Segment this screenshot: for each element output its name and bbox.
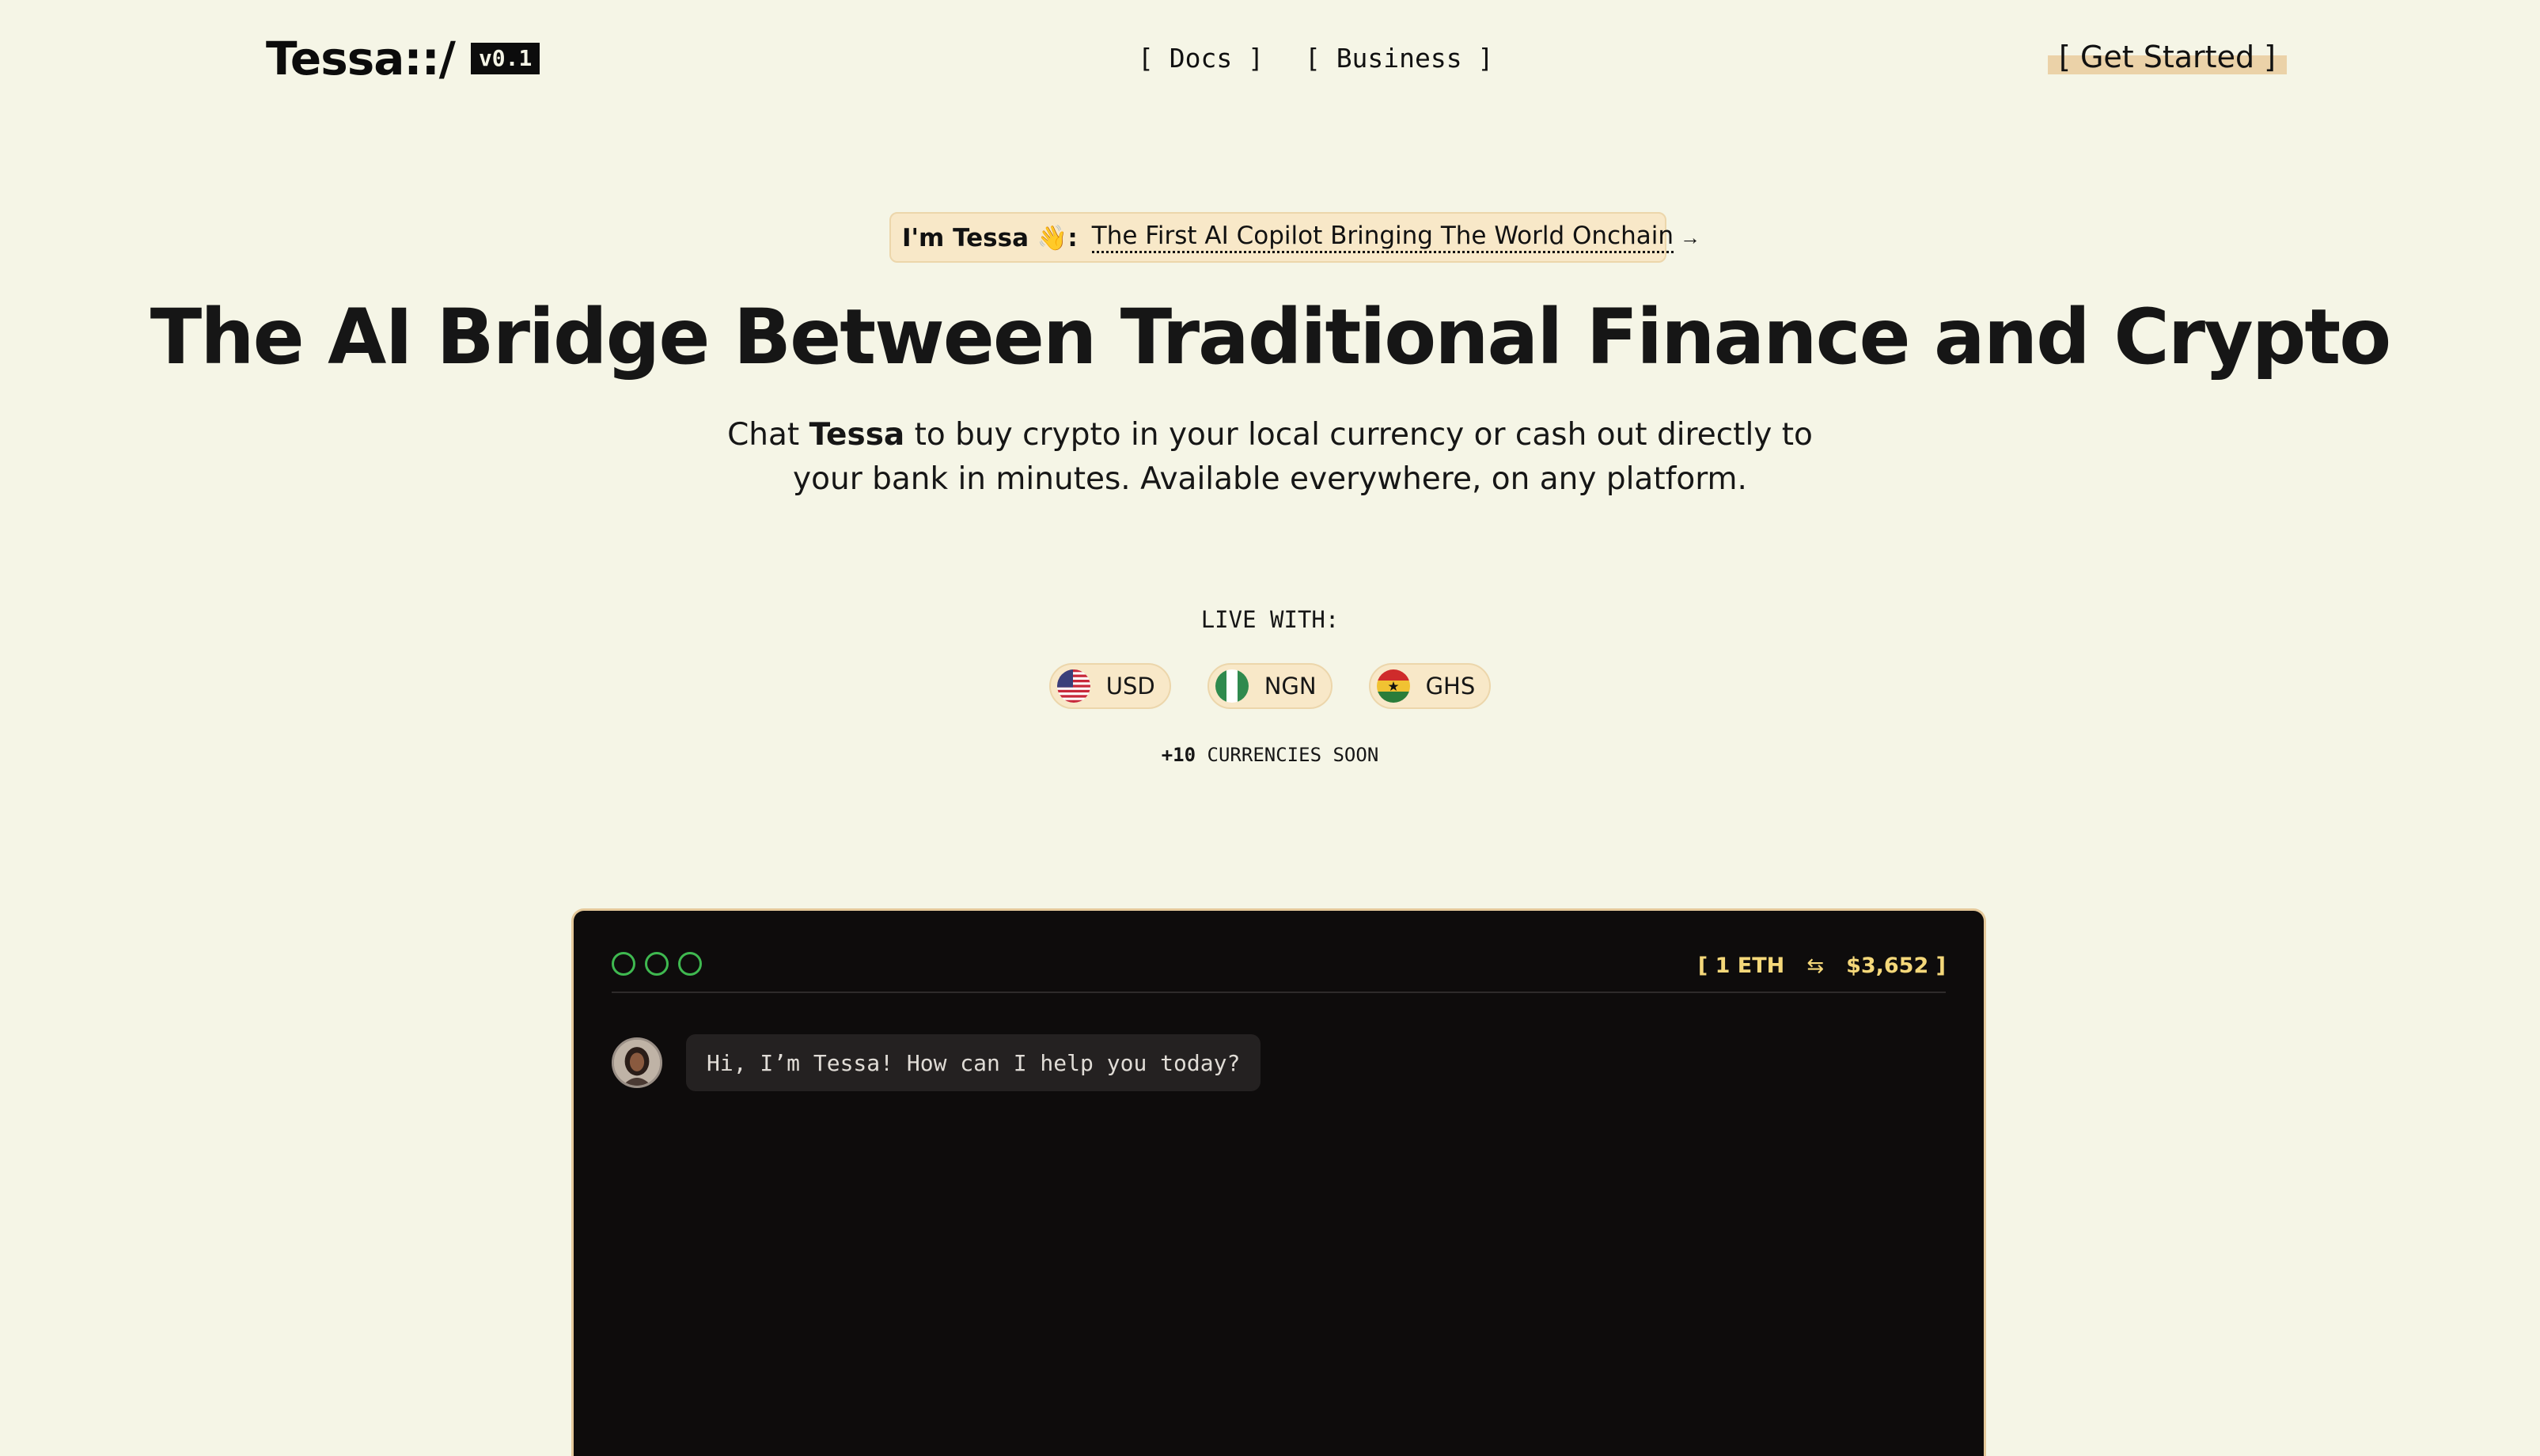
eth-price-ticker: [ 1 ETH ⇆ $3,652 ]	[1698, 954, 1946, 978]
arrow-right-icon: →	[1680, 225, 1701, 249]
live-with-label: LIVE WITH:	[1200, 606, 1340, 633]
logo[interactable]: Tessa::/ v0.1	[266, 32, 540, 85]
nav-link-business[interactable]: [ Business ]	[1305, 43, 1493, 74]
currencies-soon-note: +10 CURRENCIES SOON	[0, 744, 2540, 766]
ticker-asset: [ 1 ETH	[1697, 954, 1785, 978]
window-controls	[612, 952, 702, 976]
window-dot-icon[interactable]	[645, 952, 669, 976]
top-nav: Tessa::/ v0.1 [ Docs ] [ Business ] [ Ge…	[0, 0, 2540, 127]
avatar	[612, 1037, 662, 1088]
get-started-button[interactable]: [ Get Started ]	[2048, 40, 2287, 74]
announcement-banner[interactable]: I'm Tessa 👋: The First AI Copilot Bringi…	[889, 212, 1700, 263]
hero-subtext-line-1: Chat Tessa to buy crypto in your local c…	[0, 413, 2540, 457]
chat-message: Hi, I’m Tessa! How can I help you today?	[612, 1034, 1261, 1091]
soon-count: +10	[1161, 744, 1196, 766]
subtext-line1-rest: to buy crypto in your local currency or …	[904, 417, 1813, 453]
hero-subtext: Chat Tessa to buy crypto in your local c…	[0, 413, 2540, 502]
currency-code: NGN	[1264, 673, 1317, 700]
currency-pill-ngn[interactable]: NGN	[1207, 663, 1333, 709]
hero-headline: The AI Bridge Between Traditional Financ…	[150, 293, 2392, 381]
window-dot-icon[interactable]	[612, 952, 635, 976]
version-badge: v0.1	[470, 43, 540, 74]
announcement-intro: I'm Tessa 👋:	[902, 223, 1078, 252]
ng-flag-icon	[1215, 669, 1249, 703]
gh-flag-icon	[1376, 669, 1410, 703]
soon-text: CURRENCIES SOON	[1196, 744, 1379, 766]
window-dot-icon[interactable]	[678, 952, 702, 976]
currency-code: GHS	[1425, 673, 1476, 700]
subtext-brand: Tessa	[809, 417, 905, 453]
chat-window-header: [ 1 ETH ⇆ $3,652 ]	[612, 952, 1946, 993]
currency-pill-ghs[interactable]: GHS	[1368, 663, 1492, 709]
currency-code: USD	[1105, 673, 1155, 700]
nav-link-docs[interactable]: [ Docs ]	[1138, 43, 1264, 74]
currency-pill-usd[interactable]: USD	[1048, 663, 1171, 709]
hero-subtext-line-2: your bank in minutes. Available everywhe…	[793, 461, 1747, 497]
chat-bubble: Hi, I’m Tessa! How can I help you today?	[686, 1034, 1261, 1091]
us-flag-icon	[1056, 669, 1090, 703]
currency-list: USD NGN GHS	[0, 663, 2540, 709]
nav-links: [ Docs ] [ Business ]	[1138, 43, 1493, 74]
swap-icon: ⇆	[1806, 954, 1825, 978]
ticker-price: $3,652 ]	[1846, 954, 1946, 978]
chat-window: [ 1 ETH ⇆ $3,652 ] Hi, I’m Tessa! How ca…	[571, 908, 1986, 1456]
landing-page: Tessa::/ v0.1 [ Docs ] [ Business ] [ Ge…	[0, 0, 2540, 1456]
logo-text: Tessa::/	[266, 32, 456, 85]
announcement-link[interactable]: The First AI Copilot Bringing The World …	[1091, 222, 1674, 253]
subtext-prefix: Chat	[727, 417, 809, 453]
